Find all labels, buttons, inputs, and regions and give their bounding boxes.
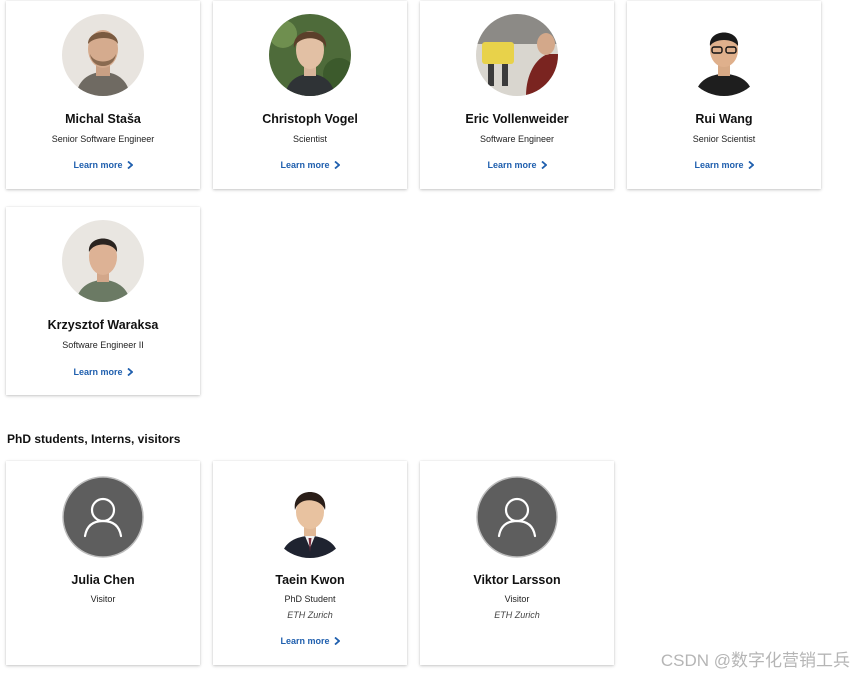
learn-more-link[interactable]: Learn more <box>627 160 821 170</box>
learn-more-link[interactable]: Learn more <box>6 367 200 377</box>
member-role: Senior Scientist <box>692 134 756 144</box>
member-name: Viktor Larsson <box>473 573 561 587</box>
member-role: Senior Software Engineer <box>51 134 155 144</box>
member-role: Scientist <box>292 134 327 144</box>
learn-more-label: Learn more <box>487 160 537 170</box>
profile-card-eric-vollenweider: Eric Vollenweider Software Engineer Lear… <box>420 1 614 189</box>
member-name: Rui Wang <box>695 112 753 126</box>
avatar-eric-vollenweider <box>476 14 558 96</box>
default-user-icon <box>62 476 144 558</box>
avatar-krzysztof-waraksa <box>62 220 144 302</box>
avatar-julia-chen <box>62 476 144 558</box>
person-photo-icon <box>62 14 144 96</box>
chevron-right-icon <box>540 161 547 169</box>
profile-card-taein-kwon: Taein Kwon PhD Student ETH Zurich Learn … <box>213 461 407 665</box>
member-affiliation: ETH Zurich <box>287 610 333 620</box>
profile-card-rui-wang: Rui Wang Senior Scientist Learn more <box>627 1 821 189</box>
member-name: Julia Chen <box>71 573 135 587</box>
avatar-rui-wang <box>683 14 765 96</box>
chevron-right-icon <box>126 368 133 376</box>
learn-more-link[interactable]: Learn more <box>213 636 407 646</box>
chevron-right-icon <box>747 161 754 169</box>
learn-more-label: Learn more <box>280 636 330 646</box>
profile-card-viktor-larsson: Viktor Larsson Visitor ETH Zurich <box>420 461 614 665</box>
chevron-right-icon <box>333 637 340 645</box>
member-affiliation: ETH Zurich <box>494 610 540 620</box>
avatar-viktor-larsson <box>476 476 558 558</box>
avatar-michal-stasa <box>62 14 144 96</box>
learn-more-label: Learn more <box>73 367 123 377</box>
learn-more-link[interactable]: Learn more <box>213 160 407 170</box>
member-name: Taein Kwon <box>275 573 345 587</box>
member-name: Krzysztof Waraksa <box>47 318 159 332</box>
section-heading: PhD students, Interns, visitors <box>7 432 181 446</box>
person-photo-icon <box>476 14 558 96</box>
avatar-christoph-vogel <box>269 14 351 96</box>
learn-more-link[interactable]: Learn more <box>6 160 200 170</box>
learn-more-label: Learn more <box>280 160 330 170</box>
member-role: Software Engineer II <box>62 340 144 350</box>
avatar-taein-kwon <box>269 476 351 558</box>
profile-card-christoph-vogel: Christoph Vogel Scientist Learn more <box>213 1 407 189</box>
learn-more-label: Learn more <box>73 160 123 170</box>
profile-card-krzysztof-waraksa: Krzysztof Waraksa Software Engineer II L… <box>6 207 200 395</box>
member-role: Visitor <box>90 594 116 604</box>
member-name: Michal Staša <box>65 112 141 126</box>
member-role: Visitor <box>504 594 530 604</box>
member-role: Software Engineer <box>479 134 555 144</box>
learn-more-label: Learn more <box>694 160 744 170</box>
chevron-right-icon <box>126 161 133 169</box>
profile-card-julia-chen: Julia Chen Visitor <box>6 461 200 665</box>
profile-card-michal-stasa: Michal Staša Senior Software Engineer Le… <box>6 1 200 189</box>
person-photo-icon <box>62 220 144 302</box>
learn-more-link[interactable]: Learn more <box>420 160 614 170</box>
member-name: Eric Vollenweider <box>465 112 569 126</box>
default-user-icon <box>476 476 558 558</box>
person-photo-icon <box>269 14 351 96</box>
member-role: PhD Student <box>284 594 336 604</box>
chevron-right-icon <box>333 161 340 169</box>
member-name: Christoph Vogel <box>262 112 358 126</box>
person-photo-icon <box>683 14 765 96</box>
watermark-text: CSDN @数字化营销工兵 <box>660 651 850 670</box>
person-photo-icon <box>269 476 351 558</box>
